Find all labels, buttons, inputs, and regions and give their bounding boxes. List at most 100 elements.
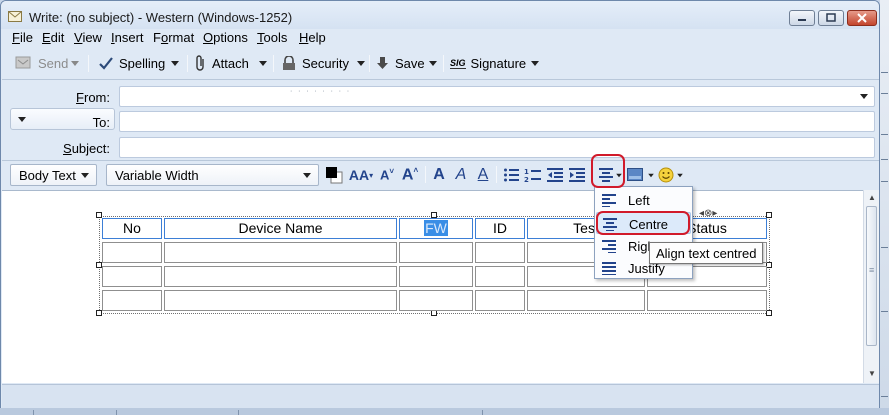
envelope-icon [8, 10, 22, 22]
smiley-icon [658, 167, 674, 183]
menu-view[interactable]: View [74, 30, 102, 45]
toolbar-separator [443, 55, 444, 72]
from-select[interactable]: ˙ ˙ ˙ ˙ ˙ ˙ ˙ ˙ [119, 86, 875, 107]
chevron-down-icon [429, 60, 437, 66]
align-centre-item[interactable]: Centre [596, 212, 691, 234]
align-right-icon [602, 240, 616, 253]
smiley-button[interactable] [657, 164, 685, 186]
bold-icon: A [433, 166, 445, 183]
subject-input[interactable] [119, 137, 875, 158]
menu-options[interactable]: Options [203, 30, 248, 45]
checkmark-icon [99, 57, 113, 70]
table-cell[interactable] [475, 290, 525, 311]
italic-button[interactable]: A [452, 164, 470, 186]
table-cell[interactable] [164, 266, 397, 287]
bullet-list-button[interactable] [501, 164, 521, 186]
table-header-cell[interactable]: No [102, 218, 162, 239]
table-cell[interactable] [164, 290, 397, 311]
lock-icon [283, 55, 295, 70]
table-header-cell[interactable]: Device Name [164, 218, 397, 239]
table-cell[interactable] [164, 242, 397, 263]
menu-insert[interactable]: Insert [111, 30, 144, 45]
table-cell[interactable] [399, 290, 473, 311]
table-cell[interactable] [399, 266, 473, 287]
title-bar: Write: (no subject) - Western (Windows-1… [1, 1, 879, 29]
table-cell[interactable] [647, 290, 767, 311]
numbered-list-icon: 12 [524, 168, 541, 183]
attach-button[interactable]: Attach [195, 52, 249, 74]
background-window-edge [0, 408, 889, 415]
menu-file[interactable]: File [12, 30, 33, 45]
toolbar-separator [369, 55, 370, 72]
grip-icon: ≡ [869, 265, 875, 275]
align-justify-icon [602, 262, 616, 275]
signature-button[interactable]: SIG Signature [450, 52, 526, 74]
scroll-up-icon[interactable]: ▲ [868, 193, 876, 202]
increase-font-button[interactable]: A˄ [399, 164, 421, 186]
bold-button[interactable]: A [430, 164, 448, 186]
table-cell[interactable] [102, 266, 162, 287]
security-button[interactable]: Security [281, 52, 349, 74]
table-cell[interactable] [475, 242, 525, 263]
send-button[interactable]: Send [15, 52, 68, 74]
message-body-editor[interactable]: ◂⊗▸ No Device Name FW ID Test Status [2, 190, 863, 383]
table-cell[interactable] [102, 242, 162, 263]
table-cell[interactable] [475, 266, 525, 287]
menu-tools[interactable]: Tools [257, 30, 287, 45]
align-left-item[interactable]: Left [596, 189, 691, 211]
paragraph-style-select[interactable]: Body Text [10, 164, 97, 186]
align-left-icon [602, 194, 616, 207]
decrease-font-button[interactable]: A˅ [378, 164, 396, 186]
table-cell[interactable] [527, 290, 645, 311]
color-swatch-icon [326, 167, 343, 184]
scrollbar-thumb[interactable]: ≡ [866, 206, 877, 346]
svg-text:1: 1 [524, 168, 529, 176]
close-button[interactable] [847, 10, 877, 26]
font-size-icon: AA [348, 167, 370, 183]
outdent-button[interactable] [545, 164, 565, 186]
align-button[interactable] [597, 164, 625, 186]
toolbar-separator [273, 55, 274, 72]
menu-help[interactable]: Help [299, 30, 326, 45]
to-input[interactable] [119, 111, 875, 132]
minimize-button[interactable] [789, 10, 815, 26]
smaller-font-button[interactable]: AA ▾ [347, 164, 375, 186]
save-dropdown[interactable] [429, 52, 437, 74]
indent-button[interactable] [567, 164, 587, 186]
chevron-down-icon [616, 173, 622, 177]
chevron-down-icon [303, 173, 311, 178]
spelling-button[interactable]: Spelling [98, 52, 165, 74]
font-select[interactable]: Variable Width [106, 164, 319, 186]
spelling-dropdown[interactable] [171, 52, 179, 74]
from-value-obscured: ˙ ˙ ˙ ˙ ˙ ˙ ˙ ˙ [290, 90, 352, 101]
text-color-button[interactable] [323, 164, 345, 186]
underline-icon: A [477, 166, 489, 183]
signature-dropdown[interactable] [531, 52, 539, 74]
menu-format[interactable]: Format [153, 30, 194, 45]
security-dropdown[interactable] [357, 52, 365, 74]
compose-window: Write: (no subject) - Western (Windows-1… [0, 0, 880, 411]
window-title: Write: (no subject) - Western (Windows-1… [29, 10, 293, 25]
menu-edit[interactable]: Edit [42, 30, 64, 45]
underline-button[interactable]: A [474, 164, 492, 186]
table-header-cell-selected[interactable]: FW [399, 218, 473, 239]
attach-dropdown[interactable] [259, 52, 267, 74]
save-button[interactable]: Save [375, 52, 425, 74]
table-cell[interactable] [399, 242, 473, 263]
maximize-button[interactable] [818, 10, 844, 26]
image-icon [627, 168, 643, 181]
chevron-down-icon [357, 60, 365, 66]
table-cell[interactable] [102, 290, 162, 311]
vertical-scrollbar[interactable]: ▲ ≡ ▼ [863, 190, 879, 383]
numbered-list-button[interactable]: 12 [523, 164, 543, 186]
message-header: From: ˙ ˙ ˙ ˙ ˙ ˙ ˙ ˙ To: Subject: [2, 79, 879, 159]
from-label: From: [76, 90, 110, 105]
formatting-toolbar: Body Text Variable Width AA ▾ A˅ A˄ A A A… [2, 160, 879, 189]
svg-text:2: 2 [524, 176, 529, 183]
send-dropdown[interactable] [71, 52, 79, 74]
signature-icon: SIG [450, 57, 466, 69]
subject-label: Subject: [63, 141, 110, 156]
scroll-down-icon[interactable]: ▼ [868, 369, 876, 378]
table-header-cell[interactable]: ID [475, 218, 525, 239]
insert-image-button[interactable] [627, 164, 655, 186]
